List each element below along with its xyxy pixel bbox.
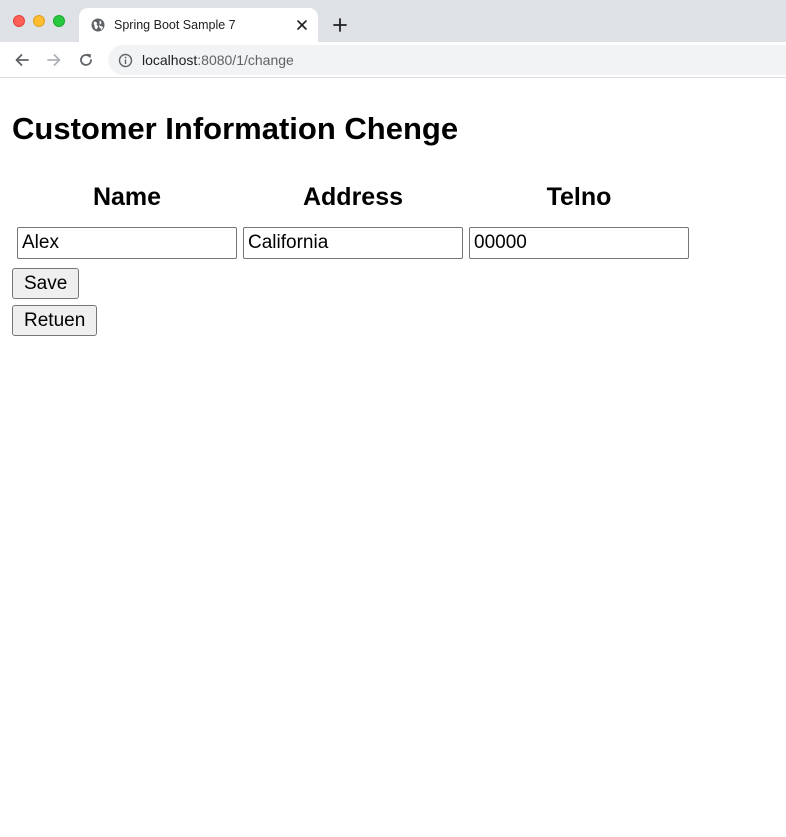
address-bar[interactable]: localhost:8080/1/change (108, 45, 786, 75)
column-header-telno: Telno (546, 183, 612, 211)
site-info-icon[interactable] (118, 53, 133, 68)
page-title: Customer Information Chenge (12, 111, 459, 146)
globe-icon (91, 18, 105, 32)
save-button[interactable]: Save (12, 268, 80, 299)
minimize-window-button[interactable] (33, 15, 45, 27)
url-host: localhost (142, 52, 198, 68)
maximize-window-button[interactable] (53, 15, 65, 27)
back-arrow-icon[interactable] (13, 51, 31, 69)
new-tab-icon[interactable] (331, 16, 349, 34)
tab-title: Spring Boot Sample 7 (114, 18, 236, 32)
column-header-address: Address (302, 183, 404, 211)
return-button[interactable]: Retuen (12, 305, 98, 336)
url-path: :8080/1/change (197, 52, 294, 68)
address-input[interactable] (243, 227, 463, 259)
telno-input[interactable] (469, 227, 689, 259)
forward-arrow-icon[interactable] (45, 51, 63, 69)
browser-toolbar: localhost:8080/1/change (0, 42, 786, 78)
close-window-button[interactable] (13, 15, 25, 27)
close-tab-icon[interactable] (294, 17, 310, 33)
name-input[interactable] (17, 227, 237, 259)
browser-tab[interactable]: Spring Boot Sample 7 (79, 8, 318, 42)
reload-icon[interactable] (77, 51, 95, 69)
url-text: localhost:8080/1/change (142, 52, 294, 68)
column-header-name: Name (92, 183, 162, 211)
browser-tabstrip: Spring Boot Sample 7 (0, 0, 786, 42)
